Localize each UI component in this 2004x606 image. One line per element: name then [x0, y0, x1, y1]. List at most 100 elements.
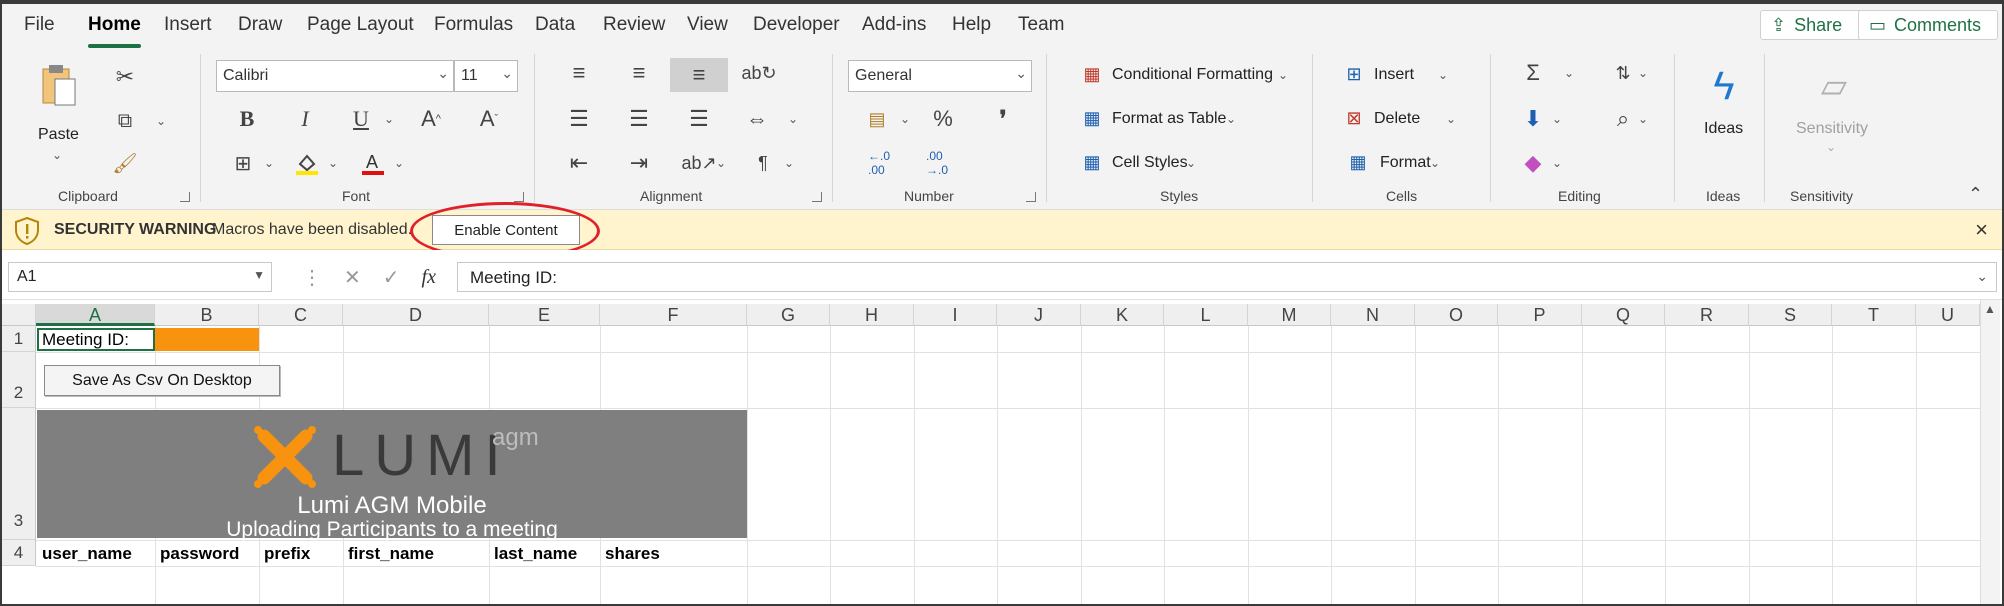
chevron-down-icon[interactable]: ⌄ [1430, 156, 1440, 170]
column-header[interactable]: O [1415, 304, 1498, 326]
number-format-combo[interactable]: General ⌄ [848, 60, 1032, 92]
cell-a1[interactable]: Meeting ID: [42, 330, 129, 350]
select-all-corner[interactable] [2, 304, 36, 326]
column-header[interactable]: J [997, 304, 1081, 326]
comments-button[interactable]: ▭ Comments [1858, 10, 1998, 40]
insert-cells-button[interactable]: Insert [1374, 66, 1414, 84]
scroll-up-icon[interactable]: ▲ [1984, 302, 1996, 316]
sensitivity-button[interactable]: Sensitivity [1796, 120, 1868, 138]
chevron-down-icon[interactable]: ⌄ [1186, 156, 1196, 170]
text-angle-icon[interactable]: ab↗ [681, 148, 716, 178]
confirm-icon[interactable]: ✓ [383, 265, 400, 290]
column-header[interactable]: I [914, 304, 997, 326]
menu-help[interactable]: Help [952, 14, 991, 42]
row-header[interactable]: 3 [2, 408, 36, 540]
header-shares[interactable]: shares [605, 544, 660, 564]
ideas-button[interactable]: Ideas [1704, 120, 1743, 138]
cut-icon[interactable]: ✂ [110, 62, 140, 92]
orientation-icon[interactable]: ab↻ [741, 58, 776, 88]
row-header[interactable]: 4 [2, 540, 36, 566]
merge-dropdown-icon[interactable]: ⌄ [788, 112, 798, 126]
font-color-icon[interactable]: A [358, 148, 388, 178]
paragraph-direction-icon[interactable]: ¶ [748, 148, 778, 178]
insert-function-icon[interactable]: fx [422, 266, 436, 289]
column-header[interactable]: D [343, 304, 489, 326]
italic-icon[interactable]: I [290, 104, 320, 134]
column-header[interactable]: A [36, 304, 155, 326]
direction-dropdown-icon[interactable]: ⌄ [784, 156, 794, 170]
underline-dropdown-icon[interactable]: ⌄ [384, 112, 394, 126]
align-center-icon[interactable]: ☰ [624, 104, 654, 134]
copy-icon[interactable]: ⧉ [110, 106, 140, 136]
chevron-down-icon[interactable]: ⌄ [1446, 112, 1456, 126]
more-options-icon[interactable]: ⋮ [302, 265, 322, 290]
menu-developer[interactable]: Developer [753, 14, 840, 42]
header-last-name[interactable]: last_name [494, 544, 577, 564]
format-cells-button[interactable]: Format [1380, 154, 1431, 172]
fill-dropdown-icon[interactable]: ⌄ [328, 156, 338, 170]
cell-b1-meeting-id-input[interactable] [155, 328, 259, 351]
delete-cells-icon[interactable]: ⊠ [1342, 106, 1366, 130]
align-bottom-icon[interactable]: ≡ [670, 58, 728, 92]
column-header[interactable]: T [1832, 304, 1916, 326]
cell-styles-button[interactable]: Cell Styles [1112, 154, 1188, 172]
angle-dropdown-icon[interactable]: ⌄ [716, 156, 726, 170]
insert-cells-icon[interactable]: ⊞ [1342, 62, 1366, 86]
header-user-name[interactable]: user_name [42, 544, 132, 564]
menu-draw[interactable]: Draw [238, 14, 282, 42]
fill-icon[interactable]: ⬇ [1518, 104, 1548, 134]
clear-icon[interactable]: ◆ [1518, 148, 1548, 178]
percent-icon[interactable]: % [928, 104, 958, 134]
borders-icon[interactable]: ⊞ [228, 148, 258, 178]
ideas-icon[interactable]: ϟ [1704, 62, 1744, 110]
borders-dropdown-icon[interactable]: ⌄ [264, 156, 274, 170]
collapse-ribbon-icon[interactable]: ⌃ [1968, 184, 1983, 205]
align-left-icon[interactable]: ☰ [564, 104, 594, 134]
chevron-down-icon[interactable]: ⌄ [1278, 68, 1288, 82]
decrease-font-icon[interactable]: Aˇ [472, 104, 506, 134]
column-header[interactable]: E [489, 304, 600, 326]
find-dropdown-icon[interactable]: ⌄ [1638, 112, 1648, 126]
column-header[interactable]: G [747, 304, 830, 326]
format-as-table-icon[interactable]: ▦ [1080, 106, 1104, 130]
header-first-name[interactable]: first_name [348, 544, 434, 564]
clear-dropdown-icon[interactable]: ⌄ [1552, 156, 1562, 170]
increase-font-icon[interactable]: A ^ [414, 104, 448, 134]
cancel-icon[interactable]: ✕ [344, 265, 361, 290]
alignment-launcher-icon[interactable] [812, 192, 822, 202]
sensitivity-dropdown-icon[interactable]: ⌄ [1826, 140, 1836, 154]
autosum-dropdown-icon[interactable]: ⌄ [1564, 66, 1574, 80]
cell-styles-icon[interactable]: ▦ [1080, 150, 1104, 174]
format-cells-icon[interactable]: ▦ [1346, 150, 1370, 174]
align-middle-icon[interactable]: ≡ [624, 58, 654, 88]
menu-data[interactable]: Data [535, 14, 575, 42]
column-header[interactable]: F [600, 304, 747, 326]
fill-dropdown-icon[interactable]: ⌄ [1552, 112, 1562, 126]
align-top-icon[interactable]: ≡ [564, 58, 594, 88]
menu-add-ins[interactable]: Add-ins [862, 14, 926, 42]
enable-content-button[interactable]: Enable Content [432, 215, 580, 245]
menu-file[interactable]: File [24, 14, 55, 42]
column-header[interactable]: P [1498, 304, 1582, 326]
row-header[interactable]: 2 [2, 352, 36, 408]
sort-dropdown-icon[interactable]: ⌄ [1638, 66, 1648, 80]
menu-team[interactable]: Team [1018, 14, 1064, 42]
paste-dropdown-icon[interactable]: ⌄ [52, 148, 62, 162]
column-header[interactable]: M [1248, 304, 1331, 326]
increase-decimal-icon[interactable]: ←.0.00 [864, 148, 894, 178]
column-header[interactable]: K [1081, 304, 1164, 326]
menu-home[interactable]: Home [88, 14, 141, 48]
conditional-formatting-button[interactable]: Conditional Formatting [1112, 66, 1273, 84]
font-size-combo[interactable]: 11 ⌄ [454, 60, 518, 92]
column-header[interactable]: C [259, 304, 343, 326]
column-header[interactable]: N [1331, 304, 1415, 326]
align-right-icon[interactable]: ☰ [684, 104, 714, 134]
chevron-down-icon[interactable]: ⌄ [1226, 112, 1236, 126]
column-header[interactable]: B [155, 304, 259, 326]
font-name-combo[interactable]: Calibri ⌄ [216, 60, 454, 92]
font-launcher-icon[interactable] [514, 192, 524, 202]
column-header[interactable]: U [1916, 304, 1980, 326]
menu-formulas[interactable]: Formulas [434, 14, 513, 42]
conditional-formatting-icon[interactable]: ▦ [1080, 62, 1104, 86]
increase-indent-icon[interactable]: ⇥ [624, 148, 654, 178]
